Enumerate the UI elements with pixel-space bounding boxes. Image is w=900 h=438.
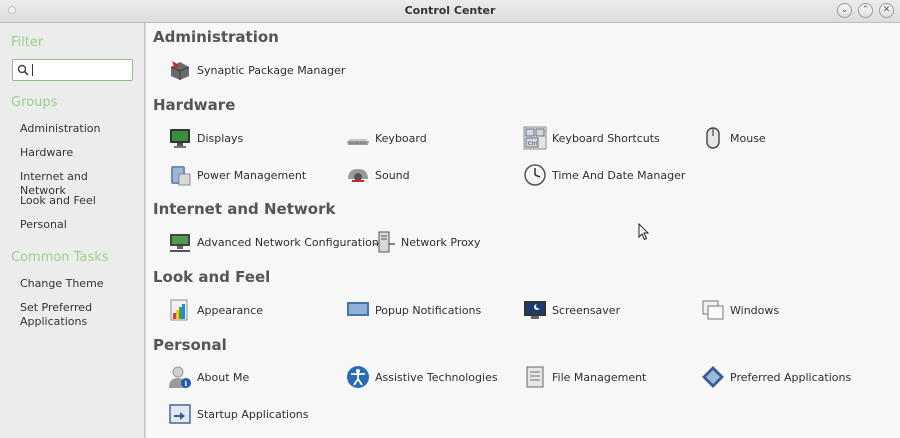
mouse-icon [706,127,720,149]
section-title: Look and Feel [153,268,271,286]
item-startup-applications[interactable]: Startup Applications [168,401,309,427]
proxy-icon [373,231,395,253]
filter-heading: Filter [11,35,44,50]
notification-icon [347,302,369,316]
power-icon [171,166,191,186]
close-icon: ✕ [882,5,891,15]
sound-icon [348,169,368,182]
section-title: Hardware [153,96,236,114]
item-synaptic-package-manager[interactable]: Synaptic Package Manager [168,57,345,83]
item-screensaver[interactable]: Screensaver [523,297,620,323]
item-assistive-technologies[interactable]: Assistive Technologies [346,364,498,390]
keyboard-icon [347,139,369,145]
svg-text:Ctrl: Ctrl [528,141,537,147]
item-network-proxy[interactable]: Network Proxy [372,229,481,255]
user-icon: i [169,366,191,388]
item-popup-notifications[interactable]: Popup Notifications [346,297,481,323]
item-label: Assistive Technologies [375,370,498,384]
windows-icon [702,300,724,320]
accessibility-icon [347,366,369,388]
display-icon [170,129,190,148]
item-label: Windows [730,303,780,317]
item-keyboard-shortcuts[interactable]: Ctrl Keyboard Shortcuts [523,125,660,151]
clock-icon [524,164,546,186]
item-keyboard[interactable]: Keyboard [346,125,427,151]
group-personal[interactable]: Personal [20,218,135,232]
minimize-button[interactable]: ⌄ [837,3,852,18]
group-administration[interactable]: Administration [20,122,135,136]
item-sound[interactable]: Sound [346,162,410,188]
group-hardware[interactable]: Hardware [20,146,135,160]
appearance-icon [170,299,188,321]
section-title: Internet and Network [153,200,336,218]
preferred-apps-icon [702,366,724,388]
item-mouse[interactable]: Mouse [701,125,766,151]
main-panel: Administration Synaptic Package Manager … [146,23,900,438]
item-label: Advanced Network Configuration [197,235,379,249]
screensaver-icon [524,301,546,319]
window-title: Control Center [404,4,496,17]
task-set-preferred-applications[interactable]: Set Preferred Applications [20,301,135,329]
item-label: Displays [197,131,244,145]
item-label: Appearance [197,303,264,317]
mouse-pointer-icon [638,223,650,241]
maximize-button[interactable]: ⌃ [858,3,873,18]
groups-heading: Groups [11,95,58,110]
item-advanced-network-configuration[interactable]: Advanced Network Configuration [168,229,379,255]
item-file-management[interactable]: File Management [523,364,646,390]
text-cursor [32,64,33,76]
item-label: Popup Notifications [375,303,482,317]
file-icon [526,366,544,388]
item-label: Network Proxy [401,235,481,249]
item-label: Mouse [730,131,766,145]
minimize-icon: ⌄ [840,5,849,15]
sidebar: Filter Groups Administration Hardware In… [0,23,145,438]
task-change-theme[interactable]: Change Theme [20,277,135,291]
group-look-and-feel[interactable]: Look and Feel [20,194,135,208]
startup-icon [169,404,191,424]
item-time-and-date-manager[interactable]: Time And Date Manager [523,162,685,188]
item-label: Preferred Applications [730,370,852,384]
item-about-me[interactable]: i About Me [168,364,249,390]
search-icon [17,64,29,76]
item-label: Keyboard [375,131,427,145]
item-label: Startup Applications [197,407,309,421]
item-label: Power Management [197,168,307,182]
item-label: Synaptic Package Manager [197,63,346,77]
maximize-icon: ⌃ [861,5,870,15]
item-label: Screensaver [552,303,621,317]
item-preferred-applications[interactable]: Preferred Applications [701,364,851,390]
item-label: Keyboard Shortcuts [552,131,660,145]
close-button[interactable]: ✕ [879,3,894,18]
section-title: Personal [153,336,227,354]
item-label: Time And Date Manager [552,168,686,182]
package-icon [170,61,190,80]
network-icon [170,234,190,252]
search-input[interactable] [12,59,133,81]
item-displays[interactable]: Displays [168,125,243,151]
item-label: Sound [375,168,410,182]
keyboard-shortcuts-icon: Ctrl [523,126,547,150]
item-appearance[interactable]: Appearance [168,297,263,323]
item-label: File Management [552,370,647,384]
item-label: About Me [197,370,250,384]
item-windows[interactable]: Windows [701,297,779,323]
title-bar: Control Center ⌄ ⌃ ✕ [0,0,900,23]
svg-text:i: i [185,379,188,388]
section-title: Administration [153,28,279,46]
item-power-management[interactable]: Power Management [168,162,306,188]
common-tasks-heading: Common Tasks [11,250,109,265]
